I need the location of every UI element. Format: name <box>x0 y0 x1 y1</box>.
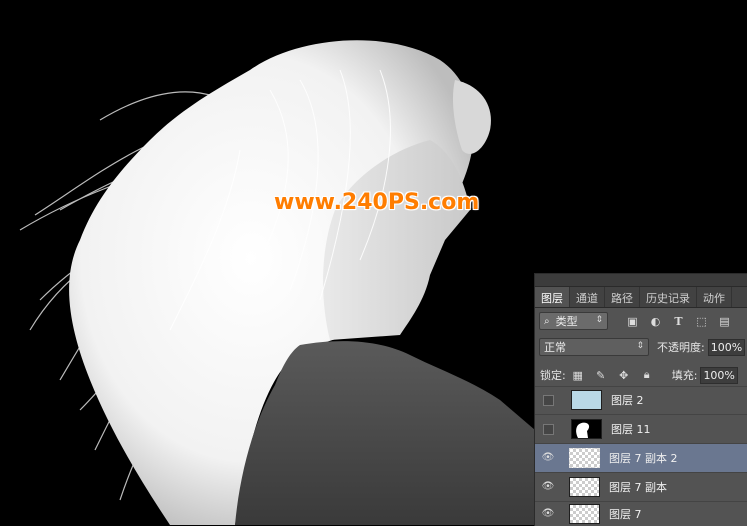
layer-name[interactable]: 图层 7 <box>609 506 642 522</box>
fill-label: 填充: <box>671 369 698 382</box>
layer-thumbnail <box>571 390 602 410</box>
visibility-toggle[interactable] <box>543 423 554 435</box>
lock-position-icon[interactable]: ✥ <box>617 369 631 382</box>
filter-kind-label: 类型 <box>555 315 578 328</box>
type-filter-icon[interactable]: T <box>672 315 685 328</box>
shape-filter-icon[interactable]: ⬚ <box>695 315 708 328</box>
layer-row[interactable]: 👁︎ 图层 7 <box>535 502 747 526</box>
filter-kind-select[interactable]: ⌕ 类型 ⇕ <box>539 312 608 330</box>
layer-row[interactable]: 图层 11 <box>535 415 747 444</box>
layer-thumbnail <box>569 448 600 468</box>
chevron-updown-icon: ⇕ <box>595 315 603 325</box>
tab-actions[interactable]: 动作 <box>697 287 732 307</box>
layer-thumbnail <box>569 504 600 524</box>
panel-tabs: 图层 通道 路径 历史记录 动作 <box>535 287 747 308</box>
blend-row: 正常 ⇕ 不透明度: 100% <box>535 336 747 358</box>
tab-history[interactable]: 历史记录 <box>640 287 697 307</box>
tab-channels[interactable]: 通道 <box>570 287 605 307</box>
blend-mode-select[interactable]: 正常 ⇕ <box>539 338 649 356</box>
search-icon: ⌕ <box>544 315 550 327</box>
eye-icon[interactable]: 👁︎ <box>541 480 555 494</box>
fill-input[interactable]: 100% <box>700 366 738 384</box>
layer-name[interactable]: 图层 7 副本 <box>609 479 667 495</box>
visibility-toggle[interactable] <box>543 394 554 406</box>
layer-name[interactable]: 图层 11 <box>611 421 651 437</box>
lock-row: 锁定: ▦ ✎ ✥ 🔒︎ 填充: 100% <box>535 364 747 387</box>
layer-row[interactable]: 👁︎ 图层 7 副本 <box>535 473 747 502</box>
lock-label: 锁定: <box>540 369 566 382</box>
layers-panel: 图层 通道 路径 历史记录 动作 ⌕ 类型 ⇕ ▣ ◐ T ⬚ ▤ 正常 ⇕ 不… <box>534 273 747 526</box>
watermark: www.240PS.com <box>274 190 480 215</box>
layer-name[interactable]: 图层 2 <box>611 392 644 408</box>
lock-transparent-pixels-icon[interactable]: ▦ <box>571 369 585 382</box>
adjustment-filter-icon[interactable]: ◐ <box>649 315 662 328</box>
panel-title-bar[interactable] <box>535 274 747 287</box>
opacity-input[interactable]: 100% <box>707 338 746 356</box>
lock-all-icon[interactable]: 🔒︎ <box>640 368 654 382</box>
layer-thumbnail <box>571 419 602 439</box>
layer-row[interactable]: 图层 2 <box>535 386 747 415</box>
eye-icon[interactable]: 👁︎ <box>541 451 555 465</box>
opacity-label: 不透明度: <box>657 341 705 354</box>
layer-thumbnail <box>569 477 600 497</box>
eye-icon[interactable]: 👁︎ <box>541 507 555 521</box>
filter-row: ⌕ 类型 ⇕ ▣ ◐ T ⬚ ▤ <box>535 310 747 332</box>
smart-object-filter-icon[interactable]: ▤ <box>718 315 731 328</box>
image-filter-icon[interactable]: ▣ <box>626 315 639 328</box>
blend-mode-label: 正常 <box>544 341 566 354</box>
layer-row-selected[interactable]: 👁︎ 图层 7 副本 2 <box>535 444 747 473</box>
layer-name[interactable]: 图层 7 副本 2 <box>609 450 678 466</box>
tab-paths[interactable]: 路径 <box>605 287 640 307</box>
tab-layers[interactable]: 图层 <box>535 287 570 307</box>
chevron-updown-icon: ⇕ <box>636 341 644 351</box>
silhouette-thumbnail <box>576 422 590 438</box>
lock-image-pixels-icon[interactable]: ✎ <box>594 369 608 382</box>
